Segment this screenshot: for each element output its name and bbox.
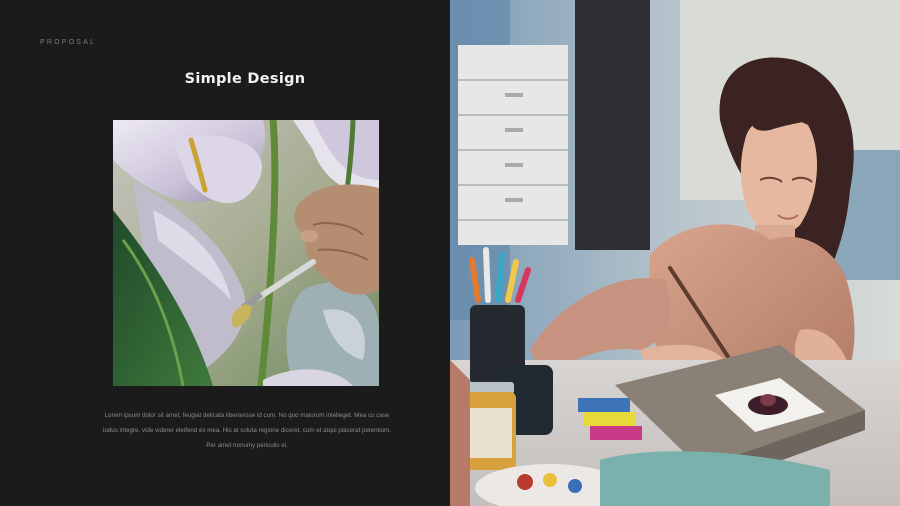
left-panel: PROPOSAL Simple Design Lorem ipsum dolor… [0, 0, 450, 506]
body-line: ludus integre, vide viderer eleifend ex … [103, 427, 391, 434]
flower-painting-illustration [113, 120, 379, 386]
artist-photo [450, 0, 900, 506]
body-line: Per amet nonumy periculis ei. [206, 442, 288, 449]
slide: PROPOSAL Simple Design Lorem ipsum dolor… [0, 0, 900, 506]
eyebrow-label: PROPOSAL [40, 39, 97, 46]
flower-painting-photo [113, 120, 379, 386]
body-line: Lorem ipsum dolor sit amet, feugiat deli… [104, 412, 390, 419]
slide-title: Simple Design [184, 71, 306, 87]
woman-painting-illustration [450, 0, 900, 506]
body-paragraph: Lorem ipsum dolor sit amet, feugiat deli… [86, 408, 408, 453]
